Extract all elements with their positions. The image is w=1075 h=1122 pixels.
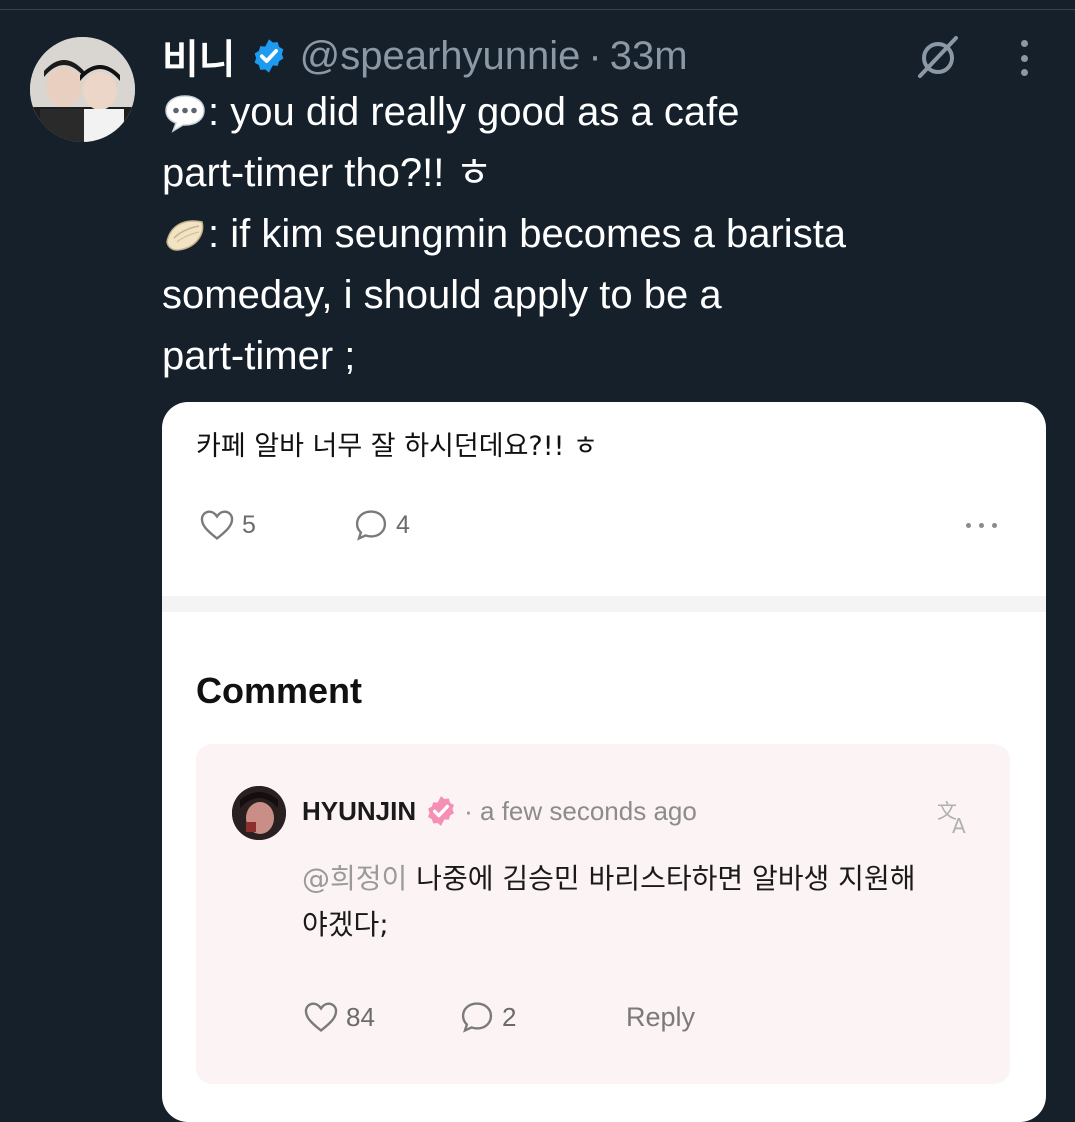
tweet-line: part-timer ; (162, 326, 1042, 387)
tweet-header: 비니 @spearhyunnie · 33m (162, 28, 688, 84)
tweet-line-text: part-timer tho?!! ㅎ (162, 151, 493, 195)
tweet-text: : you did really good as a cafe part-tim… (162, 82, 1042, 387)
comment-reply-count: 2 (502, 1001, 517, 1032)
tweet[interactable]: 비니 @spearhyunnie · 33m : you did really … (0, 0, 1075, 1122)
commenter-name[interactable]: HYUNJIN (302, 796, 416, 827)
svg-text:A: A (952, 814, 966, 836)
comment-text-line: @희정이 나중에 김승민 바리스타하면 알바생 지원해 (302, 856, 982, 902)
artist-badge-icon (428, 796, 455, 826)
separator-dot: · (588, 33, 602, 78)
translate-icon[interactable]: 文 A (934, 796, 974, 836)
section-divider (162, 596, 1046, 612)
comment-like-count: 84 (346, 1001, 375, 1032)
comment-text: @희정이 나중에 김승민 바리스타하면 알바생 지원해 야겠다; (302, 856, 982, 948)
comment-bubble-icon (461, 1002, 493, 1033)
comment-heading: Comment (196, 670, 363, 711)
attached-screenshot-card[interactable]: 카페 알바 너무 잘 하시던데요?!! ㅎ 5 4 Comment HYUNJI… (162, 402, 1046, 1122)
timestamp[interactable]: 33m (610, 34, 688, 79)
comment-text-part: 나중에 김승민 바리스타하면 알바생 지원해 (407, 862, 916, 895)
handle[interactable]: @spearhyunnie (300, 34, 581, 79)
verified-badge-icon (254, 39, 284, 73)
comment-like-button[interactable]: 84 (302, 998, 375, 1036)
post-more-icon[interactable] (966, 523, 997, 528)
comment-replies-button[interactable]: 2 (458, 998, 516, 1036)
comment-text-line: 야겠다; (302, 908, 389, 941)
tweet-line-text: : if kim seungmin becomes a barista (208, 212, 847, 256)
mention-link[interactable]: @희정이 (302, 862, 407, 895)
tweet-line: someday, i should apply to be a (162, 265, 1042, 326)
tweet-line: : if kim seungmin becomes a barista (162, 204, 1042, 265)
comment-meta: HYUNJIN · a few seconds ago (302, 794, 697, 828)
comment-time: · a few seconds ago (464, 795, 697, 826)
author-avatar[interactable] (30, 37, 135, 142)
post-like-stat[interactable]: 5 (198, 506, 256, 544)
more-options-icon[interactable] (1006, 36, 1042, 80)
speech-balloon-emoji (165, 94, 205, 133)
grok-icon[interactable] (914, 32, 962, 80)
tweet-line-text: someday, i should apply to be a (162, 273, 722, 317)
heart-icon (200, 510, 234, 540)
post-text: 카페 알바 너무 잘 하시던데요?!! ㅎ (196, 431, 598, 462)
comment-bubble-icon (355, 510, 387, 541)
tweet-line: : you did really good as a cafe (162, 82, 1042, 143)
commenter-avatar[interactable] (232, 786, 286, 840)
tweet-line: part-timer tho?!! ㅎ (162, 143, 1042, 204)
tweet-line-text: part-timer ; (162, 334, 356, 378)
post-comment-stat[interactable]: 4 (352, 506, 410, 544)
heart-icon (304, 1002, 338, 1032)
reply-button[interactable]: Reply (626, 998, 695, 1036)
comment-item[interactable]: HYUNJIN · a few seconds ago 文 A @희정이 나중에… (196, 744, 1010, 1084)
display-name[interactable]: 비니 (162, 27, 236, 85)
comment-count: 4 (396, 510, 410, 539)
like-count: 5 (242, 510, 256, 539)
tweet-line-text: : you did really good as a cafe (208, 90, 740, 134)
dumpling-emoji (166, 219, 204, 251)
